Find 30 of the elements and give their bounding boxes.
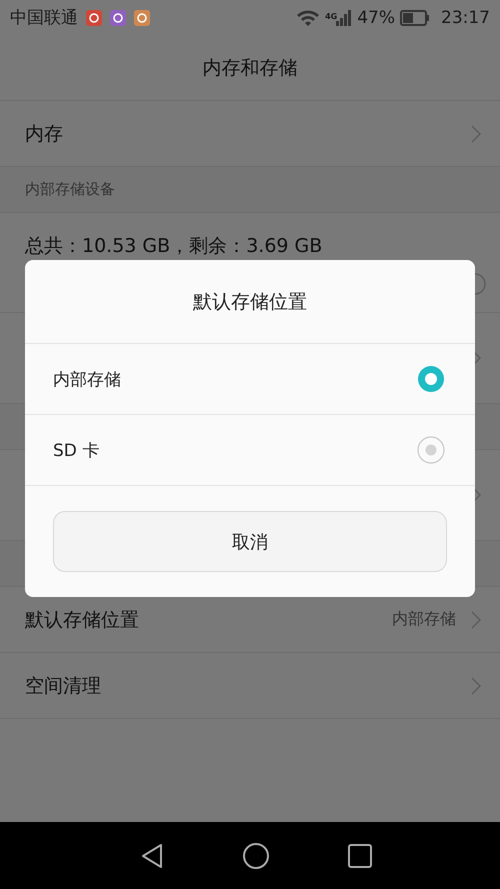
option-label: SD 卡 bbox=[53, 440, 100, 462]
back-icon[interactable] bbox=[140, 842, 164, 868]
option-label: 内部存储 bbox=[53, 368, 121, 390]
clock-time: 23:17 bbox=[441, 8, 490, 28]
settings-row[interactable]: 空间清理 bbox=[0, 653, 500, 719]
dialog-title: 默认存储位置 bbox=[25, 260, 475, 344]
cancel-button[interactable]: 取消 bbox=[53, 511, 447, 572]
signal-icon bbox=[336, 8, 352, 26]
wifi-icon bbox=[296, 8, 320, 26]
storage-option[interactable]: 内部存储 bbox=[25, 344, 475, 415]
row-label: 空间清理 bbox=[25, 674, 101, 698]
radio-icon bbox=[475, 273, 486, 295]
chevron-right-icon bbox=[470, 610, 482, 630]
home-icon[interactable] bbox=[242, 842, 270, 870]
battery-icon bbox=[400, 10, 430, 26]
row-label: 内存 bbox=[25, 122, 63, 146]
storage-option[interactable]: SD 卡 bbox=[25, 415, 475, 486]
page-title: 内存和存储 bbox=[0, 35, 500, 101]
radio-button[interactable] bbox=[417, 365, 445, 393]
storage-summary: 总共：10.53 GB，剩余：3.69 GB bbox=[25, 234, 322, 259]
radio-button[interactable] bbox=[417, 436, 445, 464]
carrier-name: 中国联通 bbox=[10, 7, 78, 29]
chevron-right-icon bbox=[470, 124, 482, 144]
network-type: 4G bbox=[325, 12, 338, 20]
row-value: 内部存储 bbox=[392, 609, 456, 630]
chevron-right-icon bbox=[470, 676, 482, 696]
section-header: 内部存储设备 bbox=[25, 180, 115, 199]
recents-icon[interactable] bbox=[348, 844, 372, 868]
row-label: 默认存储位置 bbox=[25, 608, 139, 632]
battery-percent: 47% bbox=[357, 8, 395, 28]
